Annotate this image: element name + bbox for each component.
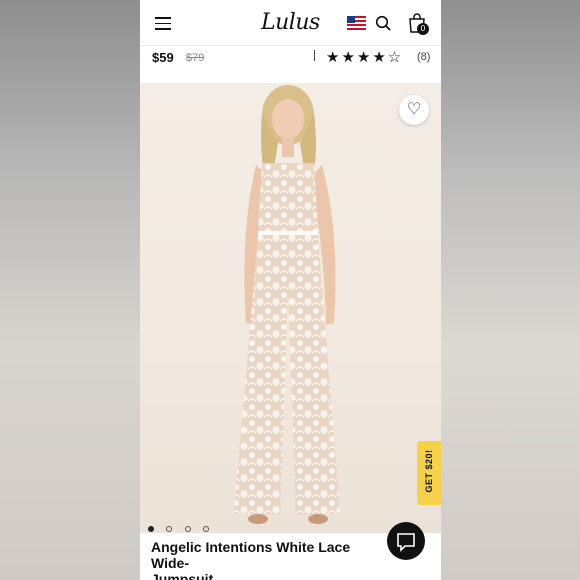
chat-button[interactable] <box>387 522 425 560</box>
product-title: Angelic Intentions White Lace Wide- Jump… <box>151 539 351 580</box>
price-rating-row: $59 $79 ★★★★☆ (8) <box>152 48 432 68</box>
cart-count-badge: 0 <box>417 23 429 35</box>
model-photo <box>234 85 340 524</box>
current-price: $59 <box>152 50 174 65</box>
search-icon[interactable] <box>375 15 391 31</box>
site-header: Lulus 0 <box>140 0 441 46</box>
brand-logo[interactable]: Lulus <box>261 10 320 35</box>
promo-label: GET $20! <box>424 449 434 493</box>
product-image[interactable]: ♡ <box>140 83 441 533</box>
gallery-dot[interactable] <box>184 526 191 532</box>
gallery-dot[interactable] <box>148 526 154 532</box>
gallery-pagination <box>148 519 228 532</box>
background-right <box>441 0 580 580</box>
wishlist-heart-icon[interactable]: ♡ <box>399 95 429 125</box>
original-price: $79 <box>186 52 205 64</box>
menu-icon[interactable] <box>155 17 171 30</box>
phone-screen: Lulus 0 $59 $79 ★★★★☆ (8) ♡ GET $20! Ang… <box>140 0 441 580</box>
rating-stars[interactable]: ★★★★☆ <box>326 48 403 66</box>
review-count[interactable]: (8) <box>417 51 430 63</box>
promo-tab[interactable]: GET $20! <box>417 441 441 505</box>
chat-bubble-icon <box>397 533 415 552</box>
gallery-dot[interactable] <box>166 526 173 532</box>
divider <box>314 50 315 61</box>
background-left <box>0 0 140 580</box>
us-flag-icon[interactable] <box>347 16 366 30</box>
